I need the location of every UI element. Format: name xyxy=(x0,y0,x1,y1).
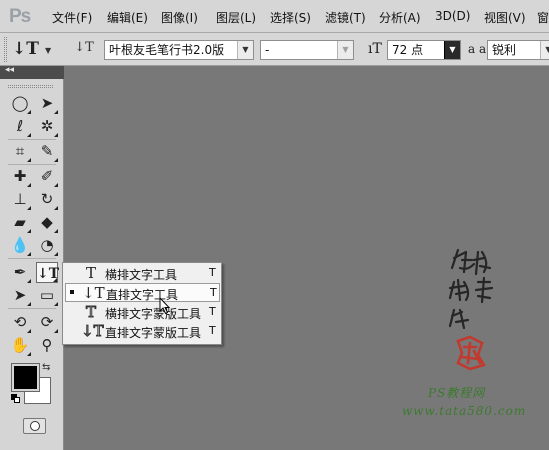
chevron-down-icon: ▼ xyxy=(45,46,52,55)
flyout-item-shortcut: T xyxy=(209,305,216,318)
calligraphy-logo xyxy=(448,248,494,330)
flyout-item-label: 直排文字蒙版工具 xyxy=(105,326,202,340)
3d-rotate-tool[interactable]: ⟲ xyxy=(9,312,31,333)
history-brush-tool[interactable]: ↻ xyxy=(36,189,58,210)
antialias-select[interactable]: 锐利 ▼ xyxy=(487,40,549,60)
flyout-item-horizontal-type[interactable]: T 横排文字工具 T xyxy=(65,264,220,283)
chevron-down-icon[interactable]: ▼ xyxy=(237,41,253,59)
selected-bullet-icon xyxy=(70,290,74,294)
elliptical-marquee-tool[interactable]: ◯ xyxy=(9,93,31,114)
horizontal-type-mask-icon: T xyxy=(85,303,96,322)
menu-image[interactable]: 图像(I) xyxy=(161,9,198,26)
watermark: PS教程网 www.tata580.com xyxy=(402,238,549,428)
type-tool-flyout: T 横排文字工具 T ↓T 直排文字工具 T T 横排文字蒙版工具 T ↓T 直… xyxy=(62,262,222,345)
3d-orbit-tool[interactable]: ⟳ xyxy=(36,312,58,333)
tool-preset-picker[interactable]: ↓T ▼ xyxy=(12,39,56,61)
flyout-item-vertical-type[interactable]: ↓T 直排文字工具 T xyxy=(65,283,220,302)
menu-layer[interactable]: 图层(L) xyxy=(216,9,256,26)
paint-bucket-tool[interactable]: ◆ xyxy=(36,212,58,233)
menu-window[interactable]: 窗 xyxy=(537,9,549,26)
move-tool[interactable]: ➤ xyxy=(36,93,58,114)
menu-view[interactable]: 视图(V) xyxy=(484,9,526,26)
chevron-down-icon[interactable]: ▼ xyxy=(337,41,353,59)
flyout-item-shortcut: T xyxy=(209,266,216,279)
flyout-item-label: 横排文字蒙版工具 xyxy=(105,307,202,321)
eraser-tool[interactable]: ▰ xyxy=(9,212,31,233)
font-size-select[interactable]: 72 点 ▼ xyxy=(387,40,461,60)
menu-filter[interactable]: 滤镜(T) xyxy=(325,9,366,26)
zoom-tool[interactable]: ⚲ xyxy=(36,335,58,356)
separator xyxy=(8,308,56,309)
tools-grip[interactable] xyxy=(8,85,53,88)
dodge-tool[interactable]: ◔ xyxy=(36,235,58,256)
spot-healing-brush-tool[interactable]: ✚ xyxy=(9,166,31,187)
collapse-icon[interactable]: ◂◂ xyxy=(5,65,14,75)
antialias-value: 锐利 xyxy=(492,43,517,57)
flyout-item-shortcut: T xyxy=(209,324,216,337)
hand-tool[interactable]: ✋ xyxy=(9,335,31,356)
eyedropper-tool[interactable]: ✎ xyxy=(36,141,58,162)
seal-stamp xyxy=(456,335,486,371)
font-size-icon: ıT xyxy=(368,41,382,57)
separator xyxy=(8,164,56,165)
brush-tool[interactable]: ✐ xyxy=(36,166,58,187)
horizontal-type-icon: T xyxy=(85,264,96,282)
menu-analysis[interactable]: 分析(A) xyxy=(379,9,421,26)
flyout-item-horizontal-type-mask[interactable]: T 横排文字蒙版工具 T xyxy=(65,303,220,322)
quick-mask-icon xyxy=(30,421,40,431)
antialias-icon: a a xyxy=(468,42,487,56)
vertical-type-icon: ↓T xyxy=(82,284,105,302)
font-style-value: - xyxy=(265,43,270,57)
watermark-site-name: PS教程网 xyxy=(428,386,486,400)
menu-bar: Ps 文件(F) 编辑(E) 图像(I) 图层(L) 选择(S) 滤镜(T) 分… xyxy=(0,0,549,33)
default-colors-icon[interactable] xyxy=(11,394,20,403)
font-family-select[interactable]: 叶根友毛笔行书2.0版 ▼ xyxy=(104,40,254,60)
options-grip[interactable] xyxy=(4,37,7,62)
chevron-down-icon[interactable]: ▼ xyxy=(444,41,460,59)
foreground-color-swatch[interactable] xyxy=(11,363,40,392)
menu-file[interactable]: 文件(F) xyxy=(52,9,92,26)
swap-colors-icon[interactable]: ⇆ xyxy=(42,362,50,373)
menu-select[interactable]: 选择(S) xyxy=(270,9,311,26)
flyout-item-shortcut: T xyxy=(210,286,217,299)
font-family-value: 叶根友毛笔行书2.0版 xyxy=(109,43,225,57)
quick-mask-button[interactable] xyxy=(23,418,46,434)
font-size-value: 72 点 xyxy=(392,43,424,57)
clone-stamp-tool[interactable]: ⊥ xyxy=(9,189,31,210)
flyout-item-vertical-type-mask[interactable]: ↓T 直排文字蒙版工具 T xyxy=(65,322,220,341)
photoshop-logo: Ps xyxy=(9,6,31,27)
crop-tool[interactable]: ⌗ xyxy=(9,141,31,162)
blur-tool[interactable]: 💧 xyxy=(9,235,31,256)
watermark-site-url: www.tata580.com xyxy=(402,404,527,418)
lasso-tool[interactable]: ℓ xyxy=(9,116,31,137)
separator xyxy=(8,258,56,259)
mouse-cursor-icon xyxy=(159,297,171,315)
toggle-orientation-button[interactable]: ↓T xyxy=(74,40,94,60)
separator xyxy=(8,139,56,140)
vertical-type-icon: ↓T xyxy=(12,39,39,59)
vertical-type-tool[interactable]: ↓T xyxy=(36,262,59,283)
magic-wand-tool[interactable]: ✲ xyxy=(36,116,58,137)
pen-tool[interactable]: ✒ xyxy=(9,262,31,283)
rectangle-tool[interactable]: ▭ xyxy=(36,285,58,306)
options-bar: ↓T ▼ ↓T 叶根友毛笔行书2.0版 ▼ - ▼ ıT 72 点 ▼ a a … xyxy=(0,33,549,66)
path-selection-tool[interactable]: ➤ xyxy=(9,285,31,306)
menu-3d[interactable]: 3D(D) xyxy=(435,9,470,23)
menu-edit[interactable]: 编辑(E) xyxy=(107,9,148,26)
chevron-down-icon[interactable]: ▼ xyxy=(540,41,549,59)
tools-panel: ◂◂ ◯ ➤ ℓ ✲ ⌗ ✎ ✚ ✐ ⊥ ↻ ▰ ◆ 💧 ◔ ✒ ↓T ➤ ▭ … xyxy=(0,65,64,450)
tools-panel-header[interactable]: ◂◂ xyxy=(0,65,64,79)
font-style-select[interactable]: - ▼ xyxy=(260,40,354,60)
vertical-type-mask-icon: ↓T xyxy=(81,322,105,341)
flyout-item-label: 横排文字工具 xyxy=(105,268,178,282)
